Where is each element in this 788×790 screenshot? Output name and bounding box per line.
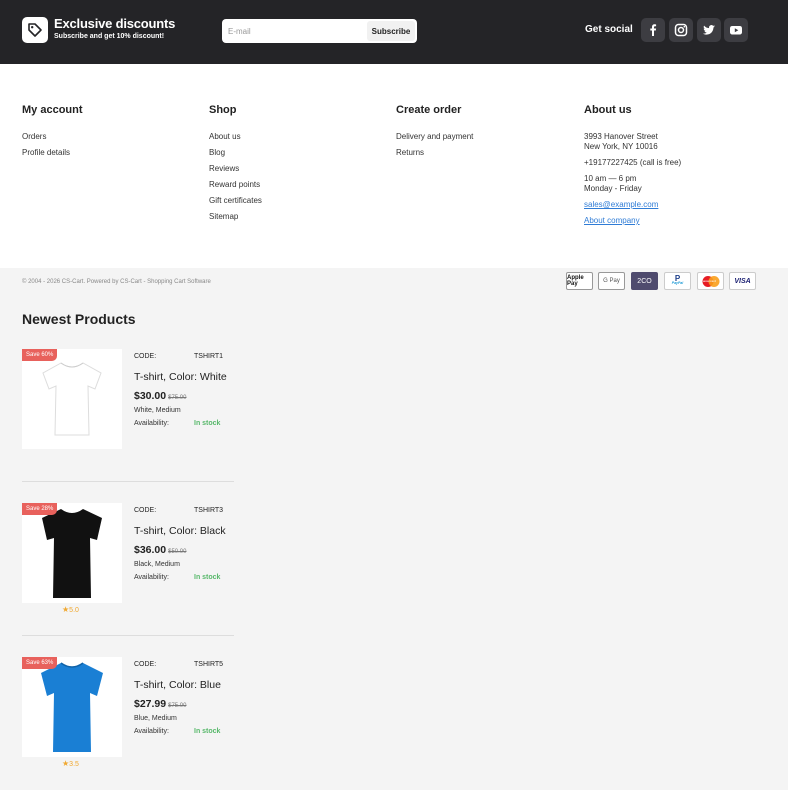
phone: +19177227425 (call is free) <box>584 158 682 167</box>
create-order-title: Create order <box>396 104 462 116</box>
newsletter-bar: Exclusive discounts Subscribe and get 10… <box>0 0 788 64</box>
youtube-icon[interactable] <box>724 18 748 42</box>
apple-pay-label: Apple Pay <box>567 275 584 287</box>
tshirt-icon <box>41 662 103 752</box>
product-image[interactable] <box>22 349 122 449</box>
tshirt-icon <box>42 509 102 598</box>
2co-icon: 2CO <box>631 272 658 290</box>
link-reviews[interactable]: Reviews <box>209 164 262 180</box>
product-options: White, Medium <box>134 407 181 414</box>
old-price: $75.00 <box>168 703 187 709</box>
visa-label: VISA <box>734 277 751 285</box>
link-gift-certificates[interactable]: Gift certificates <box>209 196 262 212</box>
shop-column: Shop About us Blog Reviews Reward points… <box>209 104 262 228</box>
stock-status: In stock <box>194 574 221 581</box>
shop-title: Shop <box>209 104 237 116</box>
code-label: CODE: <box>134 661 157 668</box>
subscribe-button[interactable]: Subscribe <box>367 21 415 41</box>
product-card[interactable]: Save 28% ★5.0 CODE: TSHIRT3 T-shirt, Col… <box>22 503 234 614</box>
old-price: $75.00 <box>168 395 187 401</box>
discount-badge: Save 63% <box>22 657 58 669</box>
link-about-us[interactable]: About us <box>209 132 262 148</box>
product-options: Blue, Medium <box>134 715 177 722</box>
about-us-column: About us 3993 Hanover Street New York, N… <box>584 104 681 226</box>
my-account-title: My account <box>22 104 83 116</box>
newest-products-title: Newest Products <box>22 311 136 327</box>
google-pay-label: G Pay <box>603 278 620 284</box>
facebook-icon[interactable] <box>641 18 665 42</box>
link-delivery-payment[interactable]: Delivery and payment <box>396 132 473 148</box>
product-price: $27.99 <box>134 698 167 710</box>
tshirt-icon <box>42 362 102 436</box>
availability-label: Availability: <box>134 574 169 581</box>
google-pay-icon: G Pay <box>598 272 625 290</box>
twitter-icon[interactable] <box>697 18 721 42</box>
product-code: TSHIRT3 <box>194 507 224 514</box>
social-label: Get social <box>585 24 633 35</box>
footer-links: My account Orders Profile details Shop A… <box>0 64 788 268</box>
product-card[interactable]: Save 63% ★3.5 CODE: TSHIRT5 T-shirt, Col… <box>22 657 234 768</box>
paypal-label: PayPal <box>671 281 684 285</box>
product-price: $36.00 <box>134 544 167 556</box>
rating-value: 3.5 <box>69 761 79 768</box>
link-blog[interactable]: Blog <box>209 148 262 164</box>
product-rating: ★5.0 <box>62 605 79 614</box>
code-label: CODE: <box>134 353 157 360</box>
product-image[interactable] <box>22 657 122 757</box>
create-order-column: Create order Delivery and payment Return… <box>396 104 473 164</box>
product-price-row: $27.99 $75.00 <box>134 698 186 710</box>
visa-icon: VISA <box>729 272 756 290</box>
old-price: $50.00 <box>168 549 187 555</box>
stock-status: In stock <box>194 420 221 427</box>
product-price: $30.00 <box>134 390 167 402</box>
mastercard-icon: mastercard <box>697 272 724 290</box>
link-returns[interactable]: Returns <box>396 148 473 164</box>
product-code: TSHIRT1 <box>194 353 224 360</box>
tag-icon <box>22 17 48 43</box>
availability-label: Availability: <box>134 728 169 735</box>
paypal-mark: P PayPal <box>671 275 684 286</box>
availability-label: Availability: <box>134 420 169 427</box>
discount-badge: Save 60% <box>22 349 58 361</box>
product-name[interactable]: T-shirt, Color: White <box>134 371 227 383</box>
apple-pay-icon: Apple Pay <box>566 272 593 290</box>
product-name[interactable]: T-shirt, Color: Black <box>134 525 226 537</box>
about-company-link[interactable]: About company <box>584 216 681 226</box>
my-account-column: My account Orders Profile details <box>22 104 83 164</box>
product-code: TSHIRT5 <box>194 661 224 668</box>
days: Monday - Friday <box>584 184 642 193</box>
mastercard-label: mastercard <box>701 279 717 283</box>
product-divider <box>22 481 234 482</box>
hours: 10 am — 6 pm <box>584 174 637 183</box>
email-input[interactable] <box>222 20 362 42</box>
code-label: CODE: <box>134 507 157 514</box>
instagram-icon[interactable] <box>669 18 693 42</box>
product-options: Black, Medium <box>134 561 180 568</box>
2co-label: 2CO <box>637 277 652 285</box>
promo-subtitle: Subscribe and get 10% discount! <box>54 33 165 40</box>
product-name[interactable]: T-shirt, Color: Blue <box>134 679 221 691</box>
promo-title: Exclusive discounts <box>54 16 176 31</box>
link-profile-details[interactable]: Profile details <box>22 148 83 164</box>
discount-badge: Save 28% <box>22 503 58 515</box>
paypal-icon: P PayPal <box>664 272 691 290</box>
product-rating: ★3.5 <box>62 759 79 768</box>
link-reward-points[interactable]: Reward points <box>209 180 262 196</box>
subscribe-form: Subscribe <box>222 19 417 43</box>
product-image[interactable] <box>22 503 122 603</box>
link-orders[interactable]: Orders <box>22 132 83 148</box>
stock-status: In stock <box>194 728 221 735</box>
product-card[interactable]: Save 60% CODE: TSHIRT1 T-shirt, Color: W… <box>22 349 234 459</box>
product-price-row: $36.00 $50.00 <box>134 544 186 556</box>
copyright: © 2004 - 2026 CS-Cart. Powered by CS-Car… <box>22 279 211 285</box>
address-line2: New York, NY 10016 <box>584 142 658 151</box>
rating-value: 5.0 <box>69 607 79 614</box>
product-price-row: $30.00 $75.00 <box>134 390 186 402</box>
product-divider <box>22 635 234 636</box>
address-line1: 3993 Hanover Street <box>584 132 658 141</box>
about-us-title: About us <box>584 104 632 116</box>
email-link[interactable]: sales@example.com <box>584 200 681 210</box>
link-sitemap[interactable]: Sitemap <box>209 212 262 228</box>
